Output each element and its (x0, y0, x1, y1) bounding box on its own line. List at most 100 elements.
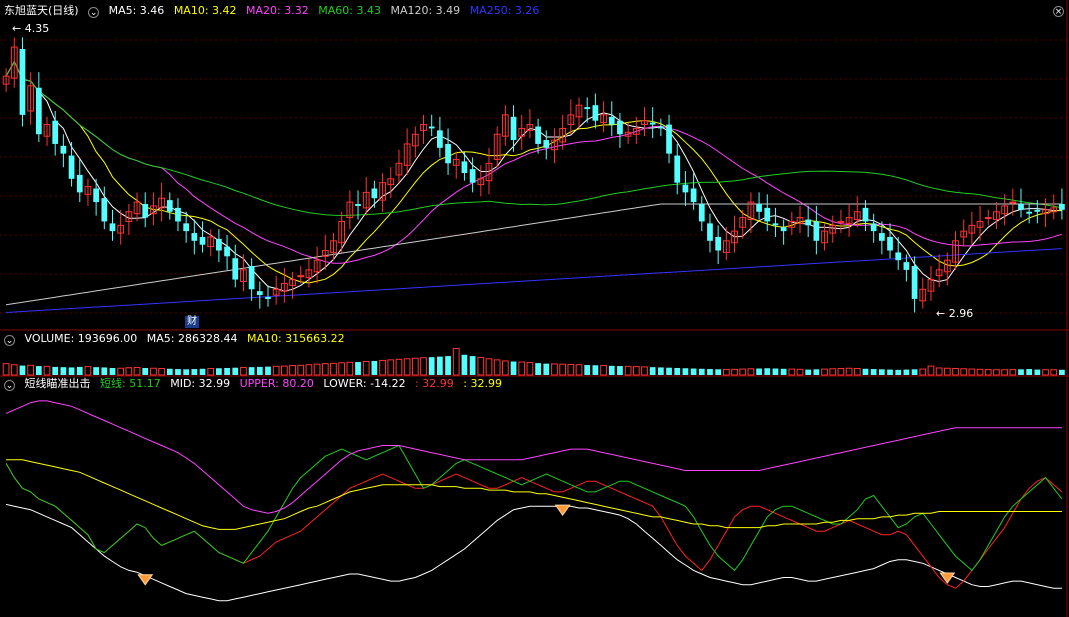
indicator-lines (5, 400, 1063, 602)
indicator-magenta-line (5, 400, 1062, 514)
candle-body (543, 140, 550, 148)
volume-bar (968, 368, 976, 376)
candle-body (232, 258, 239, 280)
volume-bar (19, 365, 26, 375)
volume-bar (445, 356, 451, 375)
candle-body (35, 87, 42, 135)
indicator-mid: MID: 32.99 (170, 377, 231, 390)
volume-bar (166, 368, 173, 375)
volume-bar (772, 368, 779, 375)
volume-bar (395, 358, 403, 376)
candle-body (805, 219, 812, 226)
volume-bar (943, 367, 951, 376)
candle-body (248, 266, 255, 290)
close-icon[interactable]: × (1053, 6, 1064, 17)
volume-bar (526, 362, 534, 376)
candle-body (510, 116, 517, 141)
ma20-label: MA20: 3.32 (246, 4, 309, 17)
volume-bar (739, 368, 747, 376)
candle-body (93, 188, 99, 203)
indicator-v1: : 32.99 (415, 377, 454, 390)
volume-bar (379, 359, 386, 376)
candle-body (428, 126, 435, 129)
volume-bar (1001, 369, 1008, 376)
price-grid (0, 39, 1069, 314)
stock-title: 东旭蓝天 (4, 4, 48, 17)
volume-bar (592, 365, 599, 375)
volume-bar (764, 368, 771, 375)
volume-ma5: MA5: 286328.44 (146, 332, 238, 345)
volume-bar (870, 369, 877, 375)
volume-bar (878, 369, 885, 375)
candle-body (903, 262, 910, 270)
candle-body (256, 291, 263, 296)
volume-bar (175, 369, 181, 375)
volume-bar (207, 368, 215, 376)
volume-bar (52, 366, 59, 375)
volume-bar (927, 365, 935, 376)
volume-bar (608, 365, 615, 375)
volume-bar (43, 365, 51, 376)
volume-bar (485, 358, 493, 376)
candle-body (895, 252, 902, 261)
volume-bar (420, 357, 427, 376)
candle-body (862, 207, 869, 222)
candle-body (1034, 209, 1041, 212)
volume-bar (191, 369, 198, 375)
volume-bar (722, 369, 730, 376)
candle-body (101, 198, 108, 222)
candle-body (984, 217, 992, 220)
ma120-line (6, 203, 1062, 306)
candle-body (76, 174, 83, 193)
candle-body (1026, 211, 1033, 214)
volume-bar (780, 368, 787, 375)
candle-body (1018, 204, 1024, 210)
candle-body (657, 126, 664, 129)
volume-bar (853, 368, 861, 376)
volume-bar (355, 362, 361, 375)
volume-bar (256, 366, 263, 375)
chart-canvas (0, 0, 1069, 617)
volume-settings-icon[interactable]: ⌄ (4, 335, 15, 346)
volume-bar (362, 361, 370, 376)
candle-body (584, 107, 591, 110)
candle-body (715, 236, 722, 251)
volume-bar (477, 356, 485, 376)
volume-bar (952, 368, 959, 376)
volume-bar (805, 369, 812, 375)
volume-bar (657, 367, 664, 375)
volume-bar (1009, 369, 1017, 376)
candle-body (608, 116, 615, 125)
indicator-settings-icon[interactable]: ⌄ (4, 380, 15, 391)
volume-bar (911, 369, 918, 375)
candle-body (68, 155, 75, 179)
candle-body (666, 124, 672, 154)
buy-signal-marker (137, 574, 154, 586)
ma120-label: MA120: 3.49 (390, 4, 461, 17)
candle-body (887, 236, 893, 251)
volume-value: VOLUME: 193696.00 (24, 332, 138, 345)
volume-bar (68, 367, 75, 375)
volume-bar (518, 361, 526, 376)
volume-bar (387, 359, 395, 376)
volume-bar (346, 361, 354, 376)
finance-badge[interactable]: 财 (185, 316, 199, 328)
candle-body (216, 238, 222, 251)
candle-body (690, 188, 697, 203)
volume-bar (575, 364, 583, 376)
volume-bar (935, 367, 943, 376)
volume-bar (641, 366, 648, 376)
volume-bar (403, 358, 411, 376)
indicator-name: 短线瞄准出击 (24, 377, 91, 390)
collapse-icon[interactable]: ⌄ (88, 7, 100, 18)
candle-body (166, 200, 173, 212)
volume-bar (272, 365, 280, 376)
volume-bar (183, 369, 190, 375)
volume-bar (600, 365, 607, 376)
low-price-label: ← 2.96 (936, 307, 974, 320)
candle-body (224, 246, 230, 257)
volume-bar (976, 368, 984, 376)
candle-body (756, 204, 762, 212)
volume-bar (27, 364, 35, 376)
volume-bar (411, 357, 419, 376)
